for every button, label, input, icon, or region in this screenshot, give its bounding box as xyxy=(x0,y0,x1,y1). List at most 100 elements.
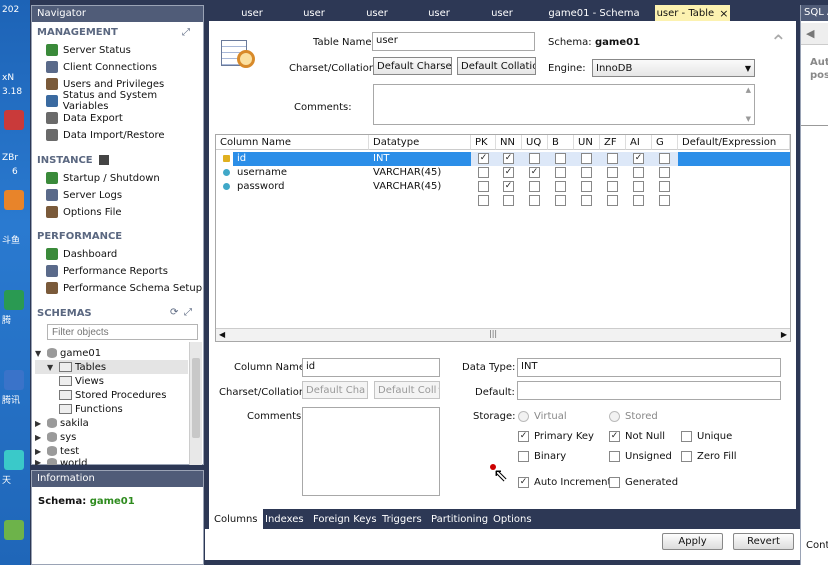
expand-icon[interactable]: ▶ xyxy=(35,458,44,465)
table-name-input[interactable]: user xyxy=(372,32,535,51)
flag-checkbox[interactable] xyxy=(529,195,540,206)
option-zero-fill-checkbox[interactable]: Zero Fill xyxy=(681,449,737,463)
flag-checkbox[interactable]: ✓ xyxy=(503,181,514,192)
grid-header-b[interactable]: B xyxy=(548,135,574,150)
expand-icon[interactable]: ⤢ xyxy=(184,307,192,318)
revert-button[interactable]: Revert xyxy=(733,533,794,550)
tree-item-functions[interactable]: Functions xyxy=(59,402,123,416)
option-primary-key-checkbox[interactable]: ✓ Primary Key xyxy=(518,429,594,443)
flag-checkbox[interactable] xyxy=(659,195,670,206)
tree-item-sys[interactable]: ▶ sys xyxy=(35,430,76,444)
context-tab[interactable]: Cont xyxy=(806,540,828,551)
flag-checkbox[interactable] xyxy=(633,181,644,192)
option-not-null-checkbox[interactable]: ✓ Not Null xyxy=(609,429,665,443)
datatype-cell[interactable]: VARCHAR(45) xyxy=(369,180,471,194)
grid-header-uq[interactable]: UQ xyxy=(522,135,548,150)
flag-checkbox[interactable] xyxy=(555,153,566,164)
column-charset-select[interactable]: Default Cha▼ xyxy=(302,381,368,399)
flag-checkbox[interactable]: ✓ xyxy=(503,167,514,178)
flag-checkbox[interactable] xyxy=(478,167,489,178)
column-name-cell[interactable] xyxy=(233,194,369,208)
bottom-tab-options[interactable]: Options xyxy=(488,509,537,529)
grid-header-column-name[interactable]: Column Name xyxy=(216,135,369,150)
bottom-tab-columns[interactable]: Columns xyxy=(209,509,263,529)
nav-item-options-file[interactable]: Options File xyxy=(46,204,122,220)
collapse-icon[interactable]: ▼ xyxy=(47,363,56,372)
grid-header-g[interactable]: G xyxy=(652,135,678,150)
expand-icon[interactable]: ▶ xyxy=(35,419,44,428)
flag-checkbox[interactable] xyxy=(555,167,566,178)
flag-checkbox[interactable] xyxy=(581,181,592,192)
desktop-app-icon[interactable] xyxy=(4,290,24,310)
default-expression-cell[interactable] xyxy=(678,152,790,166)
tree-item-game01[interactable]: ▼ game01 xyxy=(35,346,101,360)
datatype-cell[interactable] xyxy=(369,194,471,208)
scroll-right-icon[interactable]: ▶ xyxy=(781,330,787,339)
grid-header-nn[interactable]: NN xyxy=(496,135,522,150)
flag-checkbox[interactable]: ✓ xyxy=(478,153,489,164)
flag-checkbox[interactable] xyxy=(478,181,489,192)
option-auto-increment-checkbox[interactable]: ✓ Auto Increment xyxy=(518,475,611,489)
flag-checkbox[interactable] xyxy=(529,181,540,192)
apply-button[interactable]: Apply xyxy=(662,533,723,550)
grid-header-pk[interactable]: PK xyxy=(471,135,496,150)
table-row[interactable]: id INT ✓ ✓ ✓ xyxy=(216,152,790,166)
close-icon[interactable]: × xyxy=(719,7,728,20)
collation-select[interactable]: Default Collatio▼ xyxy=(457,57,536,75)
nav-item-server-logs[interactable]: Server Logs xyxy=(46,187,122,203)
expand-icon[interactable]: ▶ xyxy=(35,447,44,456)
storage-virtual-radio[interactable]: Virtual xyxy=(518,409,567,423)
tab-user[interactable]: user xyxy=(422,5,456,21)
nav-item-startup-shutdown[interactable]: Startup / Shutdown xyxy=(46,170,160,186)
nav-item-performance-schema-setup[interactable]: Performance Schema Setup xyxy=(46,280,202,296)
bottom-tab-foreign-keys[interactable]: Foreign Keys xyxy=(308,509,382,529)
option-unique-checkbox[interactable]: Unique xyxy=(681,429,732,443)
desktop-app-icon[interactable] xyxy=(4,110,24,130)
desktop-app-icon[interactable] xyxy=(4,190,24,210)
option-generated-checkbox[interactable]: Generated xyxy=(609,475,678,489)
nav-item-dashboard[interactable]: Dashboard xyxy=(46,246,117,262)
option-unsigned-checkbox[interactable]: Unsigned xyxy=(609,449,672,463)
grid-header-un[interactable]: UN xyxy=(574,135,600,150)
flag-checkbox[interactable]: ✓ xyxy=(503,153,514,164)
bottom-tab-partitioning[interactable]: Partitioning xyxy=(426,509,493,529)
nav-item-data-export[interactable]: Data Export xyxy=(46,110,123,126)
column-name-input[interactable]: id xyxy=(302,358,440,377)
expand-icon[interactable]: ⤢ xyxy=(182,27,190,38)
expand-icon[interactable]: ▶ xyxy=(35,433,44,442)
flag-checkbox[interactable] xyxy=(633,195,644,206)
default-expression-cell[interactable] xyxy=(678,194,790,208)
flag-checkbox[interactable] xyxy=(581,153,592,164)
flag-checkbox[interactable] xyxy=(607,167,618,178)
storage-stored-radio[interactable]: Stored xyxy=(609,409,658,423)
flag-checkbox[interactable] xyxy=(503,195,514,206)
tree-item-world[interactable]: ▶ world xyxy=(35,458,88,465)
tree-item-sakila[interactable]: ▶ sakila xyxy=(35,416,89,430)
filter-input[interactable] xyxy=(47,324,198,340)
column-name-cell[interactable]: id xyxy=(233,152,369,166)
charset-select[interactable]: Default Charse▼ xyxy=(373,57,452,75)
bottom-tab-triggers[interactable]: Triggers xyxy=(377,509,427,529)
flag-checkbox[interactable] xyxy=(478,195,489,206)
back-icon[interactable]: ◀ xyxy=(806,27,814,40)
navigator-scrollbar[interactable] xyxy=(189,342,202,465)
tree-item-stored-procedures[interactable]: Stored Procedures xyxy=(59,388,166,402)
flag-checkbox[interactable] xyxy=(555,181,566,192)
flag-checkbox[interactable] xyxy=(607,195,618,206)
tab-user[interactable]: user xyxy=(235,5,269,21)
nav-item-server-status[interactable]: Server Status xyxy=(46,42,131,58)
tab-user[interactable]: user xyxy=(485,5,519,21)
tab-user-table[interactable]: user - Table × xyxy=(655,5,730,21)
tab-game01-schema[interactable]: game01 - Schema xyxy=(547,5,641,21)
column-comments-textarea[interactable] xyxy=(302,407,440,496)
column-name-cell[interactable]: password xyxy=(233,180,369,194)
grid-header-zf[interactable]: ZF xyxy=(600,135,626,150)
flag-checkbox[interactable]: ✓ xyxy=(633,153,644,164)
flag-checkbox[interactable] xyxy=(633,167,644,178)
datatype-cell[interactable]: INT xyxy=(369,152,471,166)
engine-select[interactable]: InnoDB ▼ xyxy=(592,59,755,77)
table-row[interactable]: username VARCHAR(45) ✓ ✓ xyxy=(216,166,790,180)
scroll-down-icon[interactable]: ▼ xyxy=(746,115,751,123)
default-expression-cell[interactable] xyxy=(678,166,790,180)
grid-horizontal-scrollbar[interactable]: ◀ ||| ▶ xyxy=(216,328,790,341)
